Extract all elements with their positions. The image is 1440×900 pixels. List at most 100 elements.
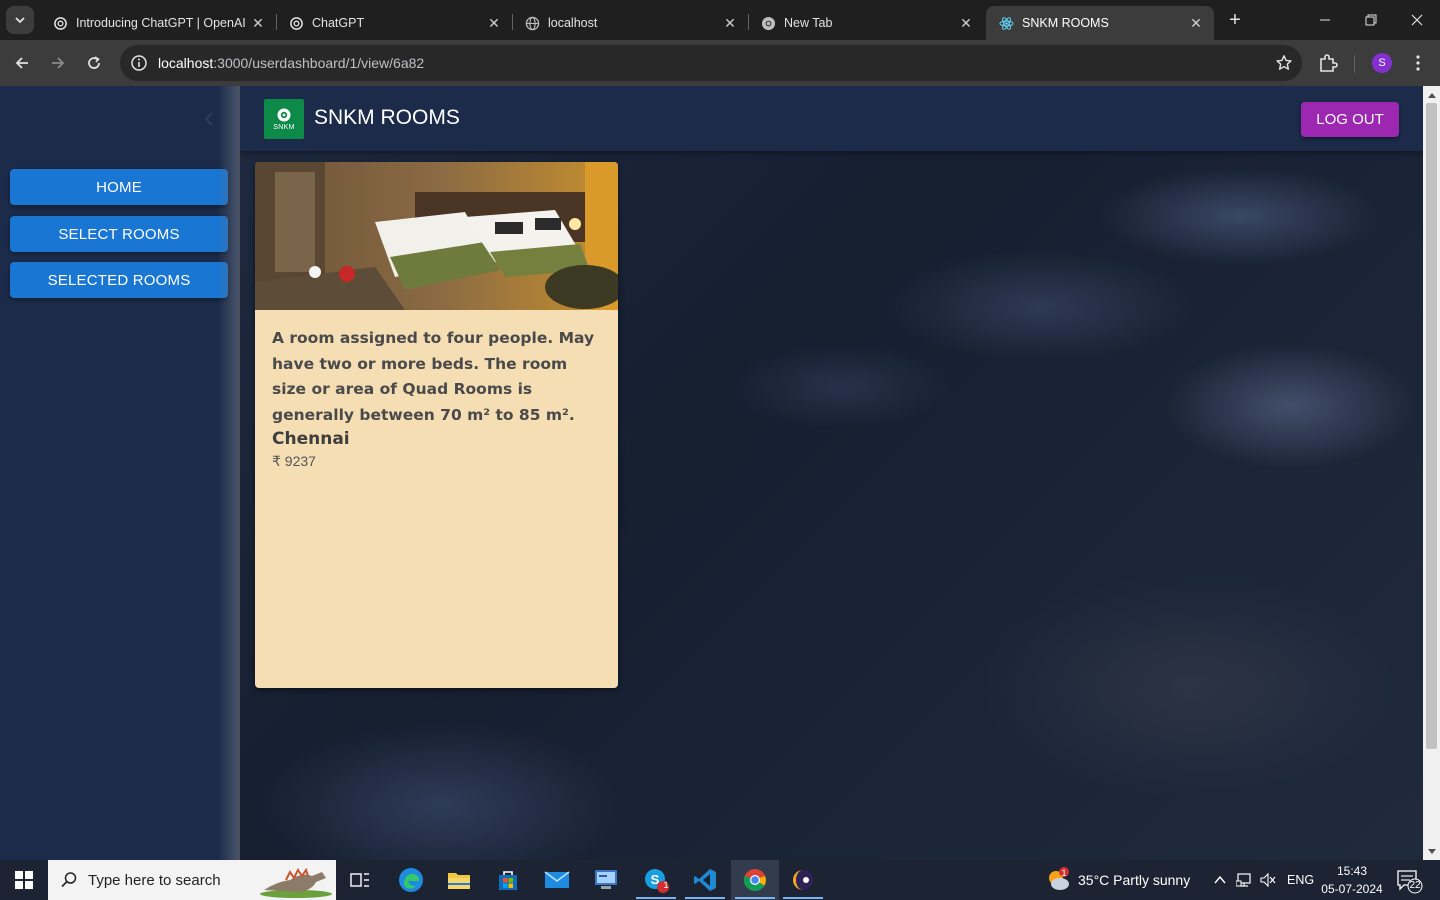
arrow-right-icon: [52, 57, 65, 69]
close-tab-icon[interactable]: ✕: [958, 15, 974, 31]
url-path: :3000/userdashboard/1/view/6a82: [213, 55, 425, 71]
logo-emblem-icon: [277, 108, 291, 122]
tab-title: New Tab: [784, 16, 833, 30]
new-tab-button[interactable]: +: [1222, 8, 1248, 32]
room-description: A room assigned to four people. May have…: [272, 329, 595, 424]
taskbar-microsoft-store[interactable]: [484, 860, 532, 900]
start-button[interactable]: [0, 860, 48, 900]
mail-icon: [544, 871, 570, 888]
browser-tab-chatgpt[interactable]: ChatGPT ✕: [276, 6, 512, 40]
windows-logo-icon: [15, 871, 33, 889]
sidebar: HOME SELECT ROOMS SELECTED ROOMS: [0, 86, 238, 860]
scrollbar-thumb[interactable]: [1426, 103, 1437, 749]
weather-text[interactable]: 35°C Partly sunny: [1078, 860, 1190, 900]
clock-time: 15:43: [1336, 864, 1368, 878]
address-bar[interactable]: localhost:3000/userdashboard/1/view/6a82: [120, 45, 1302, 81]
taskbar-app-eclipse[interactable]: [779, 860, 827, 900]
restore-button[interactable]: [1348, 0, 1394, 40]
close-tab-icon[interactable]: ✕: [722, 15, 738, 31]
browser-tab-localhost[interactable]: localhost ✕: [512, 6, 748, 40]
back-button[interactable]: [8, 49, 36, 77]
browser-menu-button[interactable]: [1408, 51, 1428, 75]
eclipse-app-icon: [793, 870, 813, 890]
taskbar-clock[interactable]: 15:43 05-07-2024: [1318, 862, 1386, 898]
chevron-down-icon: [15, 17, 25, 24]
browser-toolbar: localhost:3000/userdashboard/1/view/6a82…: [0, 40, 1440, 86]
close-tab-icon[interactable]: ✕: [486, 15, 502, 31]
taskbar-skype[interactable]: S 1: [632, 860, 680, 900]
url-host: localhost: [158, 55, 214, 71]
reload-button[interactable]: [80, 49, 108, 77]
control-panel-icon: [595, 870, 617, 889]
volume-muted-icon[interactable]: [1260, 872, 1276, 888]
sidebar-item-selected-rooms[interactable]: SELECTED ROOMS: [10, 262, 228, 298]
room-city: Chennai: [272, 429, 350, 449]
toolbar-divider: [1354, 55, 1355, 73]
chevron-left-icon[interactable]: [202, 110, 216, 128]
vscode-icon: [694, 869, 716, 891]
tab-search-button[interactable]: [6, 6, 34, 34]
search-icon: [61, 872, 77, 888]
arrow-left-icon: [15, 57, 28, 69]
search-highlight-dinosaur-icon: [260, 867, 332, 898]
minimize-icon: [1320, 19, 1330, 21]
bookmark-star-icon[interactable]: [1266, 45, 1302, 81]
taskbar-vscode[interactable]: [681, 860, 729, 900]
room-card-body: A room assigned to four people. May have…: [255, 310, 618, 486]
language-indicator[interactable]: ENG: [1287, 860, 1314, 900]
chrome-icon: [760, 15, 776, 31]
skype-badge-count: 1: [663, 880, 669, 890]
chrome-icon: [743, 869, 766, 891]
taskbar-search-box[interactable]: Type here to search: [48, 860, 336, 900]
close-tab-icon[interactable]: ✕: [1188, 15, 1204, 31]
scroll-up-arrow-icon[interactable]: [1423, 86, 1440, 103]
browser-tab-snkm-rooms[interactable]: SNKM ROOMS ✕: [986, 6, 1214, 40]
tab-title: localhost: [548, 16, 598, 30]
room-price: ₹ 9237: [272, 453, 316, 469]
chevron-up-icon[interactable]: [1213, 874, 1227, 886]
logout-button[interactable]: LOG OUT: [1301, 102, 1399, 137]
reload-icon: [88, 56, 100, 69]
task-view-icon: [350, 873, 369, 887]
close-tab-icon[interactable]: ✕: [250, 15, 266, 31]
forward-button[interactable]: [44, 49, 72, 77]
taskbar-mail[interactable]: [533, 860, 581, 900]
taskbar-search-placeholder: Type here to search: [88, 871, 221, 889]
url-text[interactable]: localhost:3000/userdashboard/1/view/6a82: [158, 55, 1266, 71]
edge-icon: [399, 868, 423, 892]
extensions-puzzle-icon[interactable]: [1316, 51, 1340, 75]
sidebar-item-home[interactable]: HOME: [10, 169, 228, 205]
scroll-down-arrow-icon[interactable]: [1423, 843, 1440, 860]
windows-taskbar: Type here to search S 1 1 35°C Partly su…: [0, 860, 1440, 900]
logo-text: SNKM: [273, 124, 295, 131]
room-card[interactable]: A room assigned to four people. May have…: [255, 162, 618, 688]
browser-tab-strip: Introducing ChatGPT | OpenAI ✕ ChatGPT ✕…: [0, 0, 1440, 40]
globe-icon: [524, 15, 540, 31]
tab-title: SNKM ROOMS: [1022, 16, 1109, 30]
taskbar-file-explorer[interactable]: [435, 860, 483, 900]
network-icon[interactable]: [1236, 872, 1254, 888]
tab-title: ChatGPT: [312, 16, 365, 30]
close-window-button[interactable]: [1394, 0, 1440, 40]
clock-date: 05-07-2024: [1321, 882, 1383, 896]
sidebar-item-select-rooms[interactable]: SELECT ROOMS: [10, 216, 228, 252]
profile-avatar[interactable]: S: [1372, 53, 1392, 73]
restore-icon: [1365, 14, 1377, 26]
site-info-icon[interactable]: [130, 54, 148, 72]
task-view-button[interactable]: [336, 860, 384, 900]
page-viewport: HOME SELECT ROOMS SELECTED ROOMS SNKM SN…: [0, 86, 1440, 860]
taskbar-chrome[interactable]: [731, 860, 779, 900]
taskbar-control-panel[interactable]: [582, 860, 630, 900]
taskbar-edge[interactable]: [387, 860, 435, 900]
kebab-menu-icon: [1416, 55, 1420, 71]
openai-icon: [52, 15, 68, 31]
sidebar-edge-shadow: [218, 86, 240, 860]
page-scrollbar[interactable]: [1423, 86, 1440, 860]
react-icon: [998, 15, 1014, 31]
browser-tab-introducing-chatgpt[interactable]: Introducing ChatGPT | OpenAI ✕: [40, 6, 276, 40]
notification-count: 22: [1409, 880, 1421, 891]
minimize-button[interactable]: [1302, 0, 1348, 40]
brand-title: SNKM ROOMS: [314, 106, 460, 129]
tab-title: Introducing ChatGPT | OpenAI: [76, 16, 246, 30]
browser-tab-new-tab[interactable]: New Tab ✕: [748, 6, 984, 40]
